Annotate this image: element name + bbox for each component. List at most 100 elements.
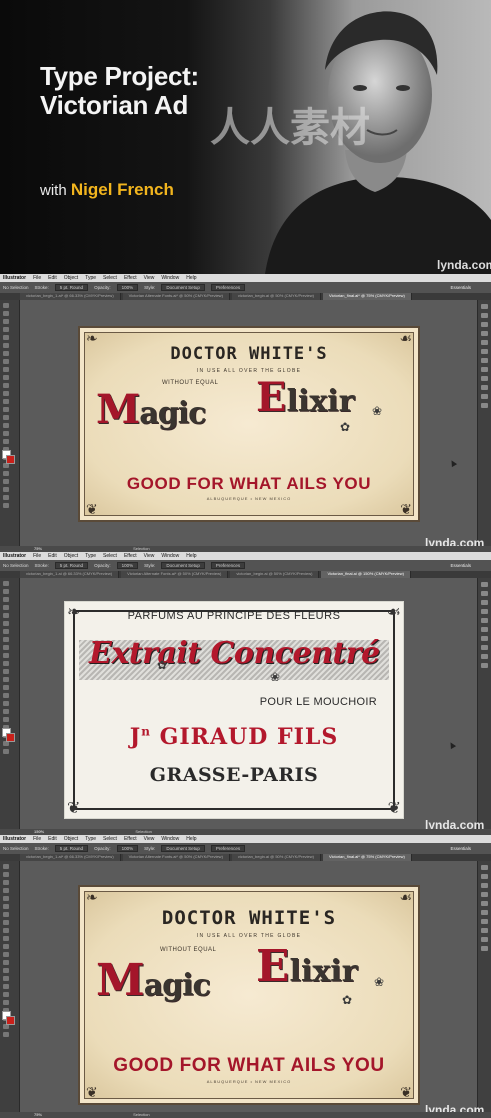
brush-tool-icon[interactable] — [3, 367, 9, 372]
rotate-tool-icon[interactable] — [3, 952, 9, 957]
stroke-label[interactable]: Stroke: — [35, 563, 49, 568]
stroke-label[interactable]: Stroke: — [35, 285, 49, 290]
slice-tool-icon[interactable] — [3, 487, 9, 492]
artboards-panel-icon[interactable] — [481, 946, 488, 951]
lasso-icon[interactable] — [3, 888, 9, 893]
mesh-tool-icon[interactable] — [3, 709, 9, 714]
brush-tool-icon[interactable] — [3, 928, 9, 933]
graphic-styles-icon[interactable] — [481, 376, 488, 381]
tab-victorian-begin[interactable]: victorian_begin.ai @ 50% (CMYK/Preview) — [230, 571, 320, 578]
menu-help[interactable]: Help — [186, 275, 196, 281]
swatches-panel-icon[interactable] — [481, 313, 488, 318]
eraser-tool-icon[interactable] — [3, 944, 9, 949]
victorian-ad-artboard[interactable]: ❧ ☙ ❦ ❦ DOCTOR WHITE'S IN USE ALL OVER T… — [78, 326, 420, 522]
zoom-level[interactable]: 75% — [34, 546, 42, 551]
pencil-tool-icon[interactable] — [3, 936, 9, 941]
color-panel-icon[interactable] — [481, 865, 488, 870]
gradient-tool-icon[interactable] — [3, 439, 9, 444]
menu-file[interactable]: File — [33, 275, 41, 281]
lasso-icon[interactable] — [3, 327, 9, 332]
tab-victorian-begin[interactable]: victorian_begin.ai @ 50% (CMYK/Preview) — [231, 293, 321, 300]
line-tool-icon[interactable] — [3, 351, 9, 356]
shape-builder-icon[interactable] — [3, 984, 9, 989]
transparency-panel-icon[interactable] — [481, 358, 488, 363]
free-transform-icon[interactable] — [3, 976, 9, 981]
type-tool-icon[interactable] — [3, 904, 9, 909]
direct-select-icon[interactable] — [3, 872, 9, 877]
pen-tool-icon[interactable] — [3, 335, 9, 340]
document-setup-button[interactable]: Document Setup — [161, 284, 205, 291]
artboards-panel-icon[interactable] — [481, 394, 488, 399]
victorian-ad-artboard[interactable]: ❧ ☙ ❦ ❦ DOCTOR WHITE'S IN USE ALL OVER T… — [78, 885, 420, 1105]
tab-victorian-begin-1[interactable]: victorian_begin_1.ai* @ 66.33% (CMYK/Pre… — [20, 854, 121, 861]
opacity-label[interactable]: Opacity: — [94, 846, 111, 851]
appearance-panel-icon[interactable] — [481, 645, 488, 650]
menu-select[interactable]: Select — [103, 275, 117, 281]
menu-edit[interactable]: Edit — [48, 553, 57, 559]
gradient-panel-icon[interactable] — [481, 349, 488, 354]
zoom-level[interactable]: 75% — [34, 1112, 42, 1117]
menu-object[interactable]: Object — [64, 836, 78, 842]
color-panel-icon[interactable] — [481, 304, 488, 309]
hand-tool-icon[interactable] — [3, 495, 9, 500]
rotate-tool-icon[interactable] — [3, 669, 9, 674]
opacity-input[interactable]: 100% — [116, 845, 139, 852]
tab-victorian-final[interactable]: Victorian_final.ai* @ 75% (CMYK/Preview) — [323, 854, 412, 861]
color-panel-icon[interactable] — [481, 582, 488, 587]
preferences-button[interactable]: Preferences — [210, 284, 246, 291]
character-panel-icon[interactable] — [481, 403, 488, 408]
zoom-tool-icon[interactable] — [3, 749, 9, 754]
selection-tool-icon[interactable] — [3, 303, 9, 308]
type-tool-icon[interactable] — [3, 621, 9, 626]
stroke-swatch[interactable] — [6, 1016, 15, 1025]
tab-alternate-fonts[interactable]: Victorian Alternate Fonts.ai* @ 50% (CMY… — [122, 293, 230, 300]
menu-app[interactable]: Illustrator — [3, 275, 26, 281]
menu-type[interactable]: Type — [85, 836, 96, 842]
opacity-label[interactable]: Opacity: — [94, 285, 111, 290]
direct-select-icon[interactable] — [3, 589, 9, 594]
gradient-panel-icon[interactable] — [481, 910, 488, 915]
symbols-panel-icon[interactable] — [481, 331, 488, 336]
scale-tool-icon[interactable] — [3, 677, 9, 682]
preferences-button[interactable]: Preferences — [210, 562, 246, 569]
menu-select[interactable]: Select — [103, 553, 117, 559]
stroke-label[interactable]: Stroke: — [35, 846, 49, 851]
stroke-swatch[interactable] — [6, 733, 15, 742]
menu-app[interactable]: Illustrator — [3, 553, 26, 559]
warp-tool-icon[interactable] — [3, 685, 9, 690]
layers-panel-icon[interactable] — [481, 654, 488, 659]
menu-app[interactable]: Illustrator — [3, 836, 26, 842]
tab-victorian-final[interactable]: Victorian_final.ai @ 150% (CMYK/Preview) — [321, 571, 411, 578]
zoom-level[interactable]: 150% — [34, 829, 44, 834]
tab-alternate-fonts[interactable]: Victorian Alternate Fonts.ai* @ 50% (CMY… — [122, 854, 230, 861]
menu-view[interactable]: View — [144, 275, 155, 281]
free-transform-icon[interactable] — [3, 415, 9, 420]
brush-tool-icon[interactable] — [3, 645, 9, 650]
swatches-panel-icon[interactable] — [481, 591, 488, 596]
rectangle-tool-icon[interactable] — [3, 359, 9, 364]
stroke-profile-select[interactable]: 5 pt. Round — [54, 845, 89, 852]
tab-victorian-final[interactable]: Victorian_final.ai* @ 75% (CMYK/Preview) — [323, 293, 412, 300]
mesh-tool-icon[interactable] — [3, 431, 9, 436]
menu-type[interactable]: Type — [85, 275, 96, 281]
stroke-swatch[interactable] — [6, 455, 15, 464]
layers-panel-icon[interactable] — [481, 937, 488, 942]
shape-builder-icon[interactable] — [3, 701, 9, 706]
lasso-icon[interactable] — [3, 605, 9, 610]
zoom-tool-icon[interactable] — [3, 1032, 9, 1037]
warp-tool-icon[interactable] — [3, 407, 9, 412]
tab-victorian-begin[interactable]: victorian_begin.ai @ 50% (CMYK/Preview) — [231, 854, 321, 861]
menu-select[interactable]: Select — [103, 836, 117, 842]
tab-victorian-begin-1[interactable]: victorian_begin_1.ai* @ 66.33% (CMYK/Pre… — [20, 293, 121, 300]
stroke-panel-icon[interactable] — [481, 340, 488, 345]
menu-view[interactable]: View — [144, 836, 155, 842]
selection-tool-icon[interactable] — [3, 581, 9, 586]
opacity-input[interactable]: 100% — [116, 284, 139, 291]
menu-effect[interactable]: Effect — [124, 836, 137, 842]
perfume-label-artboard[interactable]: ❧ ☙ ❦ ❦ PARFUMS AU PRINCIPE DES FLEURS E… — [64, 601, 404, 819]
rectangle-tool-icon[interactable] — [3, 920, 9, 925]
pen-tool-icon[interactable] — [3, 896, 9, 901]
magic-wand-icon[interactable] — [3, 597, 9, 602]
tab-alternate-fonts[interactable]: Victorian Alternate Fonts.ai* @ 50% (CMY… — [121, 571, 229, 578]
menu-type[interactable]: Type — [85, 553, 96, 559]
